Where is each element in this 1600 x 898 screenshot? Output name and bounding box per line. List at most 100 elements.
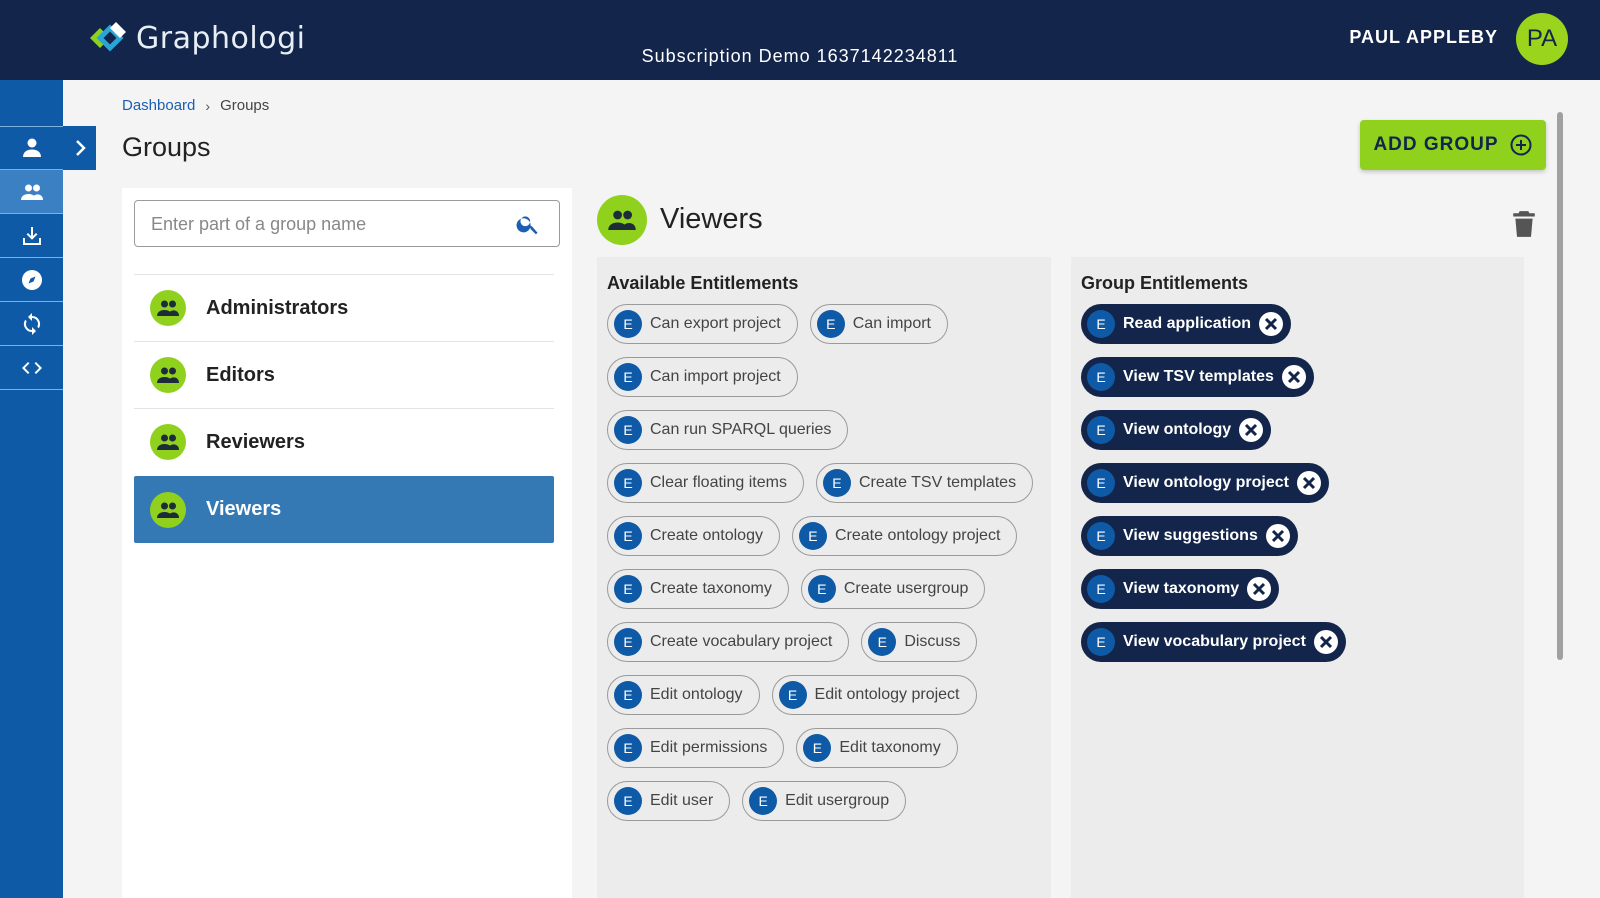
entitlement-label: View ontology — [1123, 421, 1232, 438]
breadcrumb-dashboard[interactable]: Dashboard — [122, 97, 195, 114]
people-icon — [150, 357, 186, 393]
rail-item-users[interactable] — [0, 126, 63, 170]
available-entitlement-edit-permissions[interactable]: E Edit permissions — [607, 728, 785, 768]
group-entitlement-view-ontology[interactable]: E View ontology — [1081, 410, 1272, 450]
available-entitlement-edit-user[interactable]: E Edit user — [607, 781, 731, 821]
entitlement-label: Can export project — [650, 315, 781, 332]
remove-entitlement-icon[interactable] — [1296, 471, 1321, 495]
breadcrumb-current: Groups — [220, 97, 270, 114]
group-list: Administrators Editors Reviewers Viewers — [134, 274, 554, 543]
group-entitlement-view-tsv-templates[interactable]: E View TSV templates — [1081, 357, 1314, 397]
entitlement-label: Edit taxonomy — [839, 739, 941, 756]
breadcrumb-separator: › — [205, 97, 211, 114]
group-entitlements-list: E Read application E View TSV templates E Vie… — [1081, 304, 1514, 662]
entitlement-badge: E — [798, 522, 827, 550]
entitlement-badge: E — [614, 734, 642, 762]
group-entitlement-view-vocabulary-project[interactable]: E View vocabulary project — [1081, 622, 1346, 662]
entitlement-label: Can import project — [650, 368, 781, 385]
user-name[interactable]: PAUL APPLEBY — [1349, 27, 1498, 48]
group-item-administrators[interactable]: Administrators — [134, 274, 554, 341]
entitlement-label: View TSV templates — [1123, 368, 1274, 385]
available-entitlement-edit-taxonomy[interactable]: E Edit taxonomy — [796, 728, 958, 768]
remove-entitlement-icon[interactable] — [1265, 524, 1290, 548]
entitlement-label: Read application — [1123, 315, 1252, 332]
rail-expand-button[interactable] — [63, 126, 96, 170]
rail-item-import[interactable] — [0, 214, 63, 258]
group-search — [134, 200, 560, 247]
available-entitlement-can-run-sparql-queries[interactable]: E Can run SPARQL queries — [607, 410, 849, 450]
sync-icon — [23, 312, 40, 335]
group-entitlement-view-ontology-project[interactable]: E View ontology project — [1081, 463, 1329, 503]
people-icon — [150, 491, 186, 528]
entitlement-badge: E — [868, 628, 897, 656]
remove-entitlement-icon[interactable] — [1239, 418, 1264, 442]
group-name: Editors — [206, 363, 275, 386]
remove-entitlement-icon[interactable] — [1281, 365, 1306, 389]
search-input[interactable] — [151, 211, 501, 237]
entitlement-badge: E — [1087, 310, 1115, 338]
entitlement-badge: E — [614, 681, 642, 709]
available-entitlement-create-ontology-project[interactable]: E Create ontology project — [791, 516, 1018, 556]
avatar[interactable]: PA — [1516, 13, 1568, 65]
add-group-button[interactable]: ADD GROUP — [1360, 120, 1546, 170]
subscription-label: Subscription Demo 1637142234811 — [641, 46, 959, 66]
entitlement-badge: E — [822, 469, 851, 497]
entitlement-label: Edit ontology project — [814, 686, 960, 703]
group-detail-title: Viewers — [660, 203, 763, 235]
entitlement-badge: E — [816, 310, 845, 338]
person-icon — [22, 138, 41, 157]
available-entitlement-create-vocabulary-project[interactable]: E Create vocabulary project — [607, 622, 850, 662]
entitlement-label: Create ontology — [650, 527, 763, 544]
entitlement-label: Can import — [852, 315, 931, 332]
entitlement-badge: E — [614, 469, 642, 497]
page-scrollbar-thumb[interactable] — [1557, 112, 1563, 660]
people-icon — [150, 290, 186, 326]
available-entitlement-clear-floating-items[interactable]: E Clear floating items — [607, 463, 804, 503]
entitlement-label: Create vocabulary project — [650, 633, 833, 650]
available-entitlement-can-import-project[interactable]: E Can import project — [607, 357, 798, 397]
available-entitlement-edit-usergroup[interactable]: E Edit usergroup — [742, 781, 907, 821]
search-icon[interactable] — [515, 211, 541, 237]
entitlement-badge: E — [614, 787, 642, 815]
remove-entitlement-icon[interactable] — [1259, 312, 1284, 336]
entitlement-badge: E — [778, 681, 807, 709]
available-entitlement-create-taxonomy[interactable]: E Create taxonomy — [607, 569, 789, 609]
entitlement-label: View vocabulary project — [1123, 633, 1306, 650]
entitlement-badge: E — [1087, 628, 1115, 656]
entitlement-label: Edit permissions — [650, 739, 768, 756]
available-entitlement-can-export-project[interactable]: E Can export project — [607, 304, 798, 344]
available-entitlements-title: Available Entitlements — [607, 273, 799, 293]
delete-group-button[interactable] — [1511, 210, 1537, 238]
available-entitlement-edit-ontology-project[interactable]: E Edit ontology project — [771, 675, 977, 715]
available-entitlements-list: E Can export project E Can import E Can impor… — [607, 304, 1041, 821]
available-entitlement-create-tsv-templates[interactable]: E Create TSV templates — [815, 463, 1034, 503]
entitlement-badge: E — [1087, 522, 1115, 550]
rail-item-explore[interactable] — [0, 258, 63, 302]
group-item-viewers[interactable]: Viewers — [134, 476, 554, 543]
available-entitlement-create-usergroup[interactable]: E Create usergroup — [800, 569, 986, 609]
group-name: Administrators — [206, 296, 349, 319]
entitlement-badge: E — [614, 310, 642, 338]
group-item-reviewers[interactable]: Reviewers — [134, 408, 554, 475]
entitlement-badge: E — [614, 575, 642, 603]
group-name: Viewers — [206, 498, 282, 520]
group-entitlements-panel: Group Entitlements E Read application E Vie… — [1071, 257, 1524, 898]
available-entitlement-discuss[interactable]: E Discuss — [861, 622, 978, 662]
available-entitlement-can-import[interactable]: E Can import — [809, 304, 948, 344]
rail-item-api[interactable] — [0, 346, 63, 390]
group-item-editors[interactable]: Editors — [134, 341, 554, 408]
available-entitlement-edit-ontology[interactable]: E Edit ontology — [607, 675, 760, 715]
people-icon — [20, 184, 43, 200]
compass-icon — [21, 269, 42, 290]
available-entitlement-create-ontology[interactable]: E Create ontology — [607, 516, 780, 556]
group-entitlement-read-application[interactable]: E Read application — [1081, 304, 1292, 344]
group-entitlement-view-suggestions[interactable]: E View suggestions — [1081, 516, 1298, 556]
add-group-label: ADD GROUP — [1373, 134, 1499, 155]
code-icon — [21, 361, 42, 374]
remove-entitlement-icon[interactable] — [1247, 577, 1272, 601]
group-entitlement-view-taxonomy[interactable]: E View taxonomy — [1081, 569, 1280, 609]
rail-item-groups[interactable] — [0, 170, 63, 214]
entitlement-label: View taxonomy — [1123, 580, 1240, 597]
rail-item-sync[interactable] — [0, 302, 63, 346]
remove-entitlement-icon[interactable] — [1313, 630, 1338, 654]
